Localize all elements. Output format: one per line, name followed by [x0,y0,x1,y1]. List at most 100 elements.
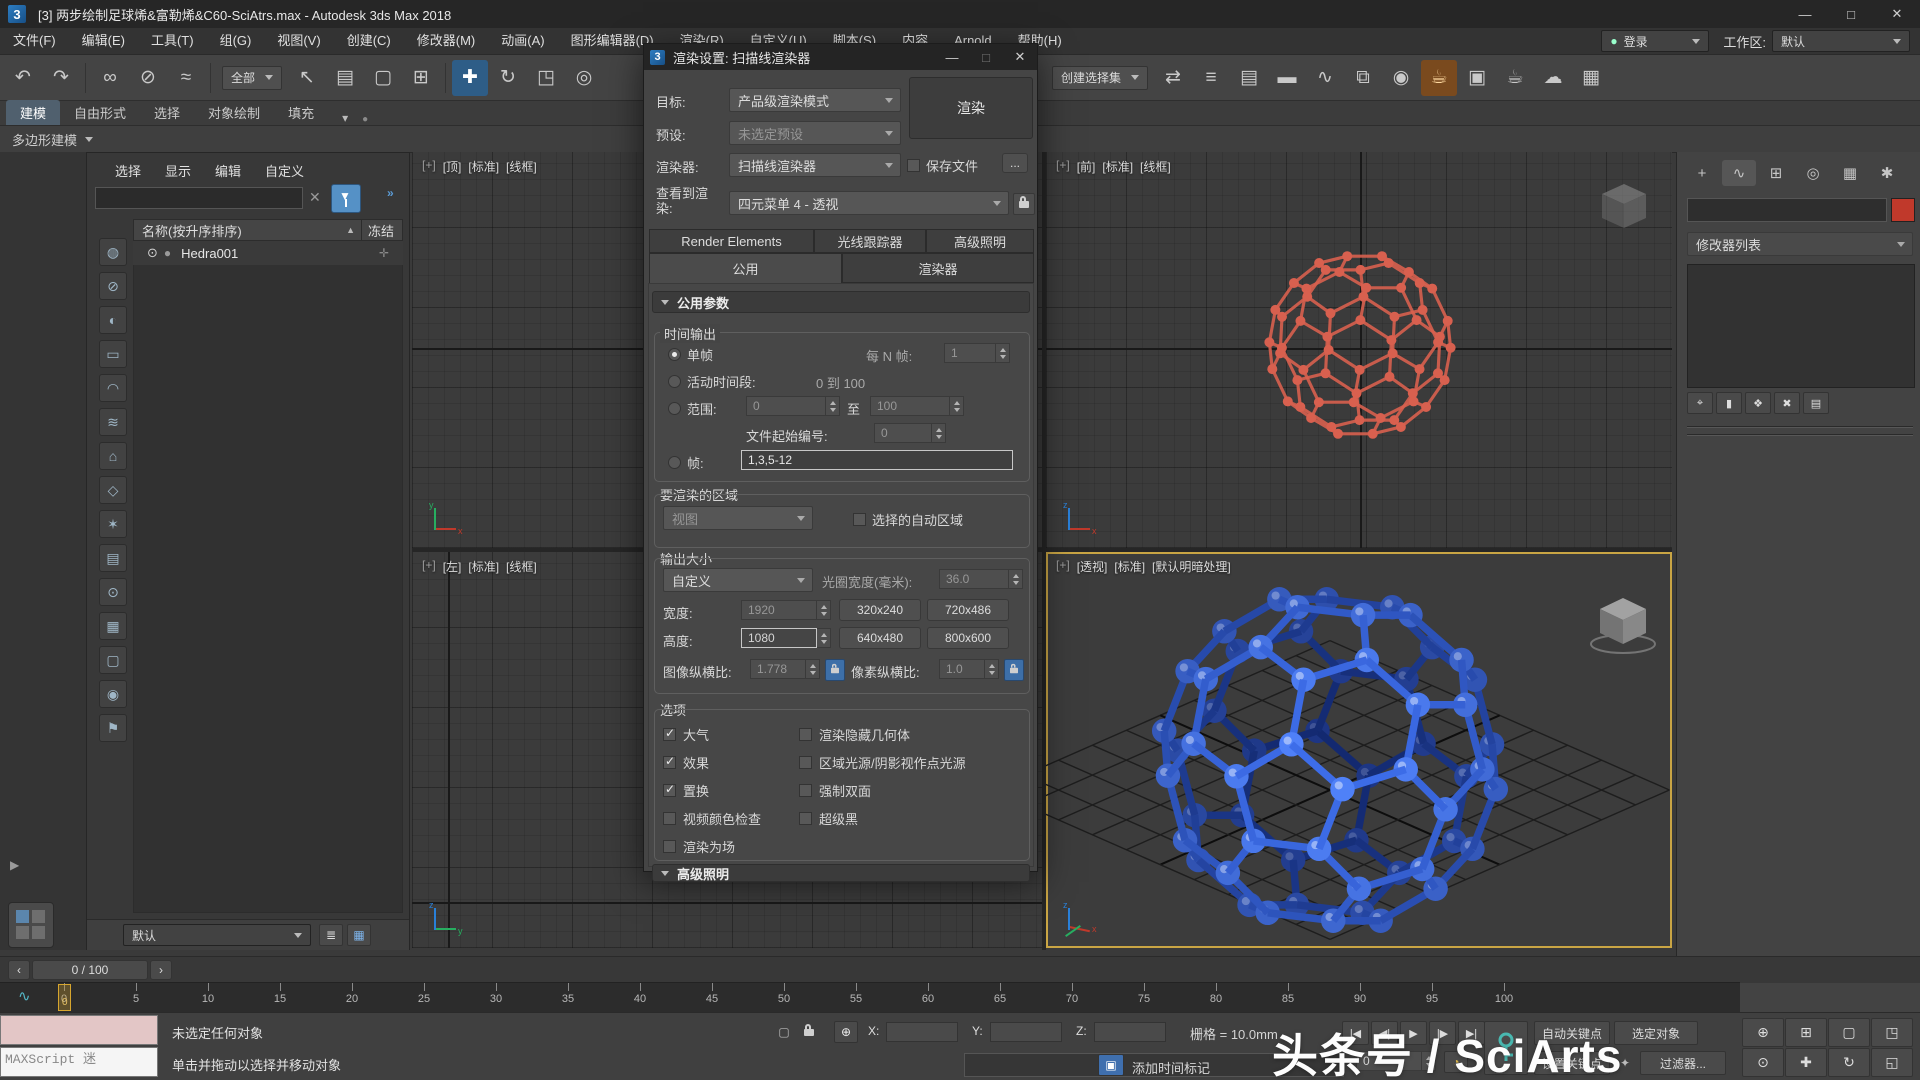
option-right-checkbox-3[interactable] [799,812,812,825]
ribbon-panel-title[interactable]: 多边形建模 [12,130,77,149]
minimize-button[interactable]: — [1782,0,1828,28]
open-gallery-icon[interactable]: ▦ [1573,60,1609,96]
renderer-dropdown[interactable]: 扫描线渲染器 [729,153,901,177]
image-aspect-lock-button[interactable] [825,659,845,681]
toolbar-dropdown[interactable]: 创建选择集 [1052,66,1148,90]
viewport-persp-label-1[interactable]: [透视] [1077,558,1108,575]
select-by-name-icon[interactable]: ▤ [327,60,363,96]
unlink-icon[interactable]: ⊘ [130,60,166,96]
tab-common[interactable]: 公用 [649,253,842,283]
save-file-browse-button[interactable]: ... [1002,153,1028,173]
tab-create[interactable]: + [1685,160,1719,186]
visibility-eye-icon[interactable]: ⊙ [147,245,158,261]
layer-grid-icon[interactable]: ▦ [347,924,371,946]
redo-icon[interactable]: ↷ [43,60,79,96]
freeze-column-header[interactable]: 冻结 [368,221,394,240]
maxscript-listener-white[interactable]: MAXScript 迷 [0,1047,158,1077]
timeline-prev-button[interactable]: ‹ [8,960,30,980]
menu-item-3[interactable]: 组(G) [207,28,265,54]
explorer-menu-3[interactable]: 自定义 [255,159,314,185]
zoom-all-icon[interactable]: ⊞ [1785,1018,1827,1047]
orbit-icon[interactable]: ↻ [1828,1048,1870,1077]
show-end-result-icon[interactable]: ▮ [1716,392,1742,414]
render-button[interactable]: 渲染 [909,77,1033,139]
range-from-spinner[interactable]: 0 [746,396,840,416]
make-unique-icon[interactable]: ❖ [1745,392,1771,414]
render-in-cloud-icon[interactable]: ☁ [1535,60,1571,96]
height-spinner[interactable]: 1080 [741,628,831,648]
zoom-extents-icon[interactable]: ▢ [1828,1018,1870,1047]
preset-320x240-button[interactable]: 320x240 [839,599,921,621]
preset-800x600-button[interactable]: 800x600 [927,627,1009,649]
render-production-icon[interactable]: ☕ [1497,60,1533,96]
selection-lock-region-icon[interactable]: ▢ [772,1021,796,1043]
viewport-left-label-3[interactable]: [线框] [506,558,537,575]
select-object-icon[interactable]: ↖ [289,60,325,96]
select-move-icon[interactable]: ✚ [452,60,488,96]
display-hidden-icon[interactable]: ▢ [99,646,127,674]
z-coord-field[interactable] [1094,1022,1166,1042]
ribbon-minimize-icon[interactable]: ▾ [342,111,348,125]
pixel-aspect-spinner[interactable]: 1.0 [939,659,999,679]
rendered-frame-icon[interactable]: ▣ [1459,60,1495,96]
workspace-dropdown[interactable]: 默认 [1772,30,1910,52]
explorer-toggle-icon[interactable]: ▶ [10,858,19,872]
display-helpers-icon[interactable]: ◠ [99,374,127,402]
key-filters-button[interactable]: 过滤器... [1640,1051,1726,1075]
tab-render-elements[interactable]: Render Elements [649,229,814,253]
tab-raytracer[interactable]: 光线跟踪器 [814,229,926,253]
tab-display[interactable]: ▦ [1833,160,1867,186]
table-row[interactable]: ⊙ ● Hedra001 ✛ [133,241,403,265]
timeline-next-button[interactable]: › [150,960,172,980]
dialog-minimize-button[interactable]: — [935,44,969,70]
rotate-icon[interactable]: ↻ [490,60,526,96]
viewport-top-label-2[interactable]: [标准] [468,158,499,175]
viewport-persp-label-3[interactable]: [默认明暗处理] [1152,558,1231,575]
selection-region-icon[interactable]: ▢ [365,60,401,96]
viewport-splitter-h[interactable] [412,548,1672,552]
option-left-checkbox-3[interactable] [663,812,676,825]
x-coord-field[interactable] [886,1022,958,1042]
option-left-checkbox-0[interactable] [663,728,676,741]
frames-input[interactable]: 1,3,5-12 [741,450,1013,470]
undo-icon[interactable]: ↶ [5,60,41,96]
display-shapes-icon[interactable]: ⊘ [99,272,127,300]
display-groups-icon[interactable]: ⌂ [99,442,127,470]
close-button[interactable]: ✕ [1874,0,1920,28]
every-n-spinner[interactable]: 1 [944,343,1010,363]
ribbon-tab-2[interactable]: 选择 [140,100,194,125]
mini-curve-editor-icon[interactable]: ∿ [18,987,31,1005]
display-bones-icon[interactable]: ✶ [99,510,127,538]
preset-dropdown[interactable]: 未选定预设 [729,121,901,145]
preset-720x486-button[interactable]: 720x486 [927,599,1009,621]
explorer-menu-2[interactable]: 编辑 [205,159,251,185]
display-materials-icon[interactable]: ◉ [99,680,127,708]
zoom-icon[interactable]: ⊕ [1742,1018,1784,1047]
layer-manager-icon[interactable]: ▤ [1231,60,1267,96]
time-tag-cube-button[interactable]: ▣ [1098,1054,1124,1076]
menu-item-0[interactable]: 文件(F) [0,28,69,54]
preset-640x480-button[interactable]: 640x480 [839,627,921,649]
viewcube-icon[interactable] [1594,176,1654,236]
ribbon-tab-0[interactable]: 建模 [6,100,60,125]
range-to-spinner[interactable]: 100 [870,396,964,416]
output-preset-dropdown[interactable]: 自定义 [663,568,813,592]
active-segment-radio[interactable] [668,375,681,388]
menu-item-5[interactable]: 创建(C) [334,28,404,54]
remove-modifier-icon[interactable]: ✖ [1774,392,1800,414]
tab-modify[interactable]: ∿ [1722,160,1756,186]
toolbar-dropdown[interactable]: 全部 [222,66,282,90]
target-dropdown[interactable]: 产品级渲染模式 [729,88,901,112]
menu-item-6[interactable]: 修改器(M) [404,28,489,54]
viewport-perspective[interactable]: [+][透视][标准][默认明暗处理] x z [1046,552,1672,948]
reference-coord-icon[interactable]: ◎ [566,60,602,96]
ribbon-tab-4[interactable]: 填充 [274,100,328,125]
mirror-icon[interactable]: ⇄ [1155,60,1191,96]
option-left-checkbox-2[interactable] [663,784,676,797]
tab-advanced-lighting[interactable]: 高级照明 [926,229,1034,253]
auto-region-checkbox[interactable] [853,513,866,526]
viewport-layout-tabs-button[interactable] [8,902,54,948]
window-crossing-icon[interactable]: ⊞ [403,60,439,96]
maximize-button[interactable]: □ [1828,0,1874,28]
curve-editor-icon[interactable]: ∿ [1307,60,1343,96]
